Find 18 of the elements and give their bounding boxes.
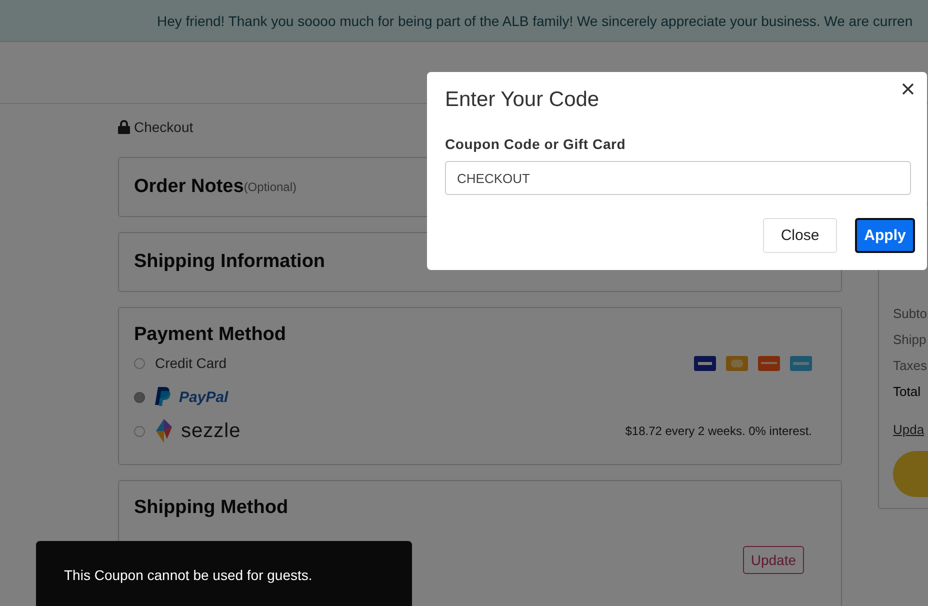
field-label: Coupon Code or Gift Card <box>445 136 627 152</box>
summary-label: Total <box>893 384 922 401</box>
summary-label: Shipp <box>893 332 928 349</box>
dialog-title: Enter Your Code <box>445 88 600 112</box>
announcement-text: Hey friend! Thank you soooo much for being part of the ALB family! We sincerely appreciate your business. We are curren <box>157 12 913 28</box>
installment-info: $18.72 every 2 weeks. 0% interest. <box>625 424 812 438</box>
section-title: Shipping Information <box>134 251 326 273</box>
sezzle-logo: sezzle <box>181 420 242 442</box>
section-title: Order Notes <box>134 176 244 198</box>
optional-note: (Optional) <box>244 180 296 194</box>
summary-label: Subto <box>893 306 928 323</box>
option-label: Credit Card <box>155 355 228 371</box>
section-title: Shipping Method <box>134 497 290 519</box>
section-title: Payment Method <box>134 324 288 346</box>
paypal-logo: PayPal <box>179 388 228 406</box>
toast-message: This Coupon cannot be used for guests. <box>36 541 412 606</box>
summary-label: Taxes <box>893 358 928 375</box>
breadcrumb-label: Checkout <box>134 119 194 135</box>
